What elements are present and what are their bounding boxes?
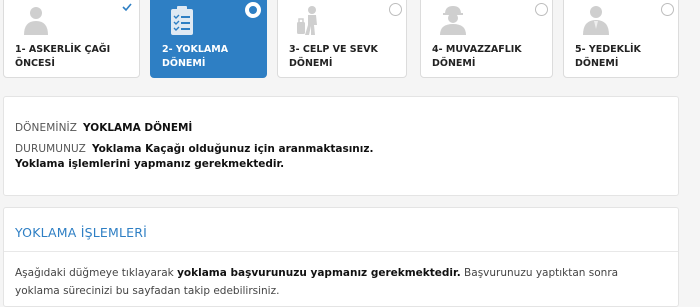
operations-title: YOKLAMA İŞLEMLERİ (15, 225, 148, 240)
traveler-with-luggage-icon (297, 6, 317, 35)
operations-description: Aşağıdaki düğmeye tıklayarak yoklama baş… (15, 267, 619, 297)
step-radio[interactable] (661, 3, 674, 16)
step-yoklama-donemi[interactable]: 2- YOKLAMA DÖNEMİ (150, 0, 267, 78)
step-radio[interactable] (245, 2, 261, 18)
step-yedeklik-donemi[interactable]: 5- YEDEKLİK DÖNEMİ (563, 0, 679, 78)
checkmark-icon (122, 3, 132, 12)
state-row: DURUMUNUZ Yoklama Kaçağı olduğunuz için a… (15, 142, 373, 172)
step-label: 5- YEDEKLİK DÖNEMİ (575, 44, 641, 69)
divider (4, 251, 678, 252)
step-radio[interactable] (389, 3, 402, 16)
step-askerlik-cagi-oncesi[interactable]: 1- ASKERLİK ÇAĞI ÖNCESİ (3, 0, 140, 78)
period-stepper: 1- ASKERLİK ÇAĞI ÖNCESİ 2- YOKLAMA DÖNEM… (0, 0, 700, 80)
operations-panel: YOKLAMA İŞLEMLERİ Aşağıdaki düğmeye tıkl… (3, 207, 679, 307)
period-value: YOKLAMA DÖNEMİ (83, 122, 193, 134)
person-silhouette-icon (24, 7, 48, 35)
step-muvazzaflik-donemi[interactable]: 4- MUVAZZAFLIK DÖNEMİ (420, 0, 553, 78)
status-panel: DÖNEMİNİZ YOKLAMA DÖNEMİ DURUMUNUZ Yoklama… (3, 96, 679, 196)
soldier-helmet-icon (440, 6, 466, 35)
step-label: 3- CELP VE SEVK DÖNEMİ (289, 44, 378, 69)
civilian-person-icon (583, 6, 609, 35)
state-value-line2: Yoklama işlemlerini yapmanız gerekmekted… (15, 158, 285, 170)
clipboard-checklist-icon (171, 6, 193, 35)
step-label: 4- MUVAZZAFLIK DÖNEMİ (432, 44, 522, 69)
period-label: DÖNEMİNİZ (15, 122, 78, 134)
period-row: DÖNEMİNİZ YOKLAMA DÖNEMİ (15, 121, 192, 136)
state-value-line1: Yoklama Kaçağı olduğunuz için aranmaktas… (91, 143, 374, 155)
state-label: DURUMUNUZ (15, 143, 86, 155)
step-label: 1- ASKERLİK ÇAĞI ÖNCESİ (15, 44, 111, 69)
step-radio[interactable] (535, 3, 548, 16)
step-label: 2- YOKLAMA DÖNEMİ (162, 44, 229, 69)
step-celp-ve-sevk-donemi[interactable]: 3- CELP VE SEVK DÖNEMİ (277, 0, 407, 78)
